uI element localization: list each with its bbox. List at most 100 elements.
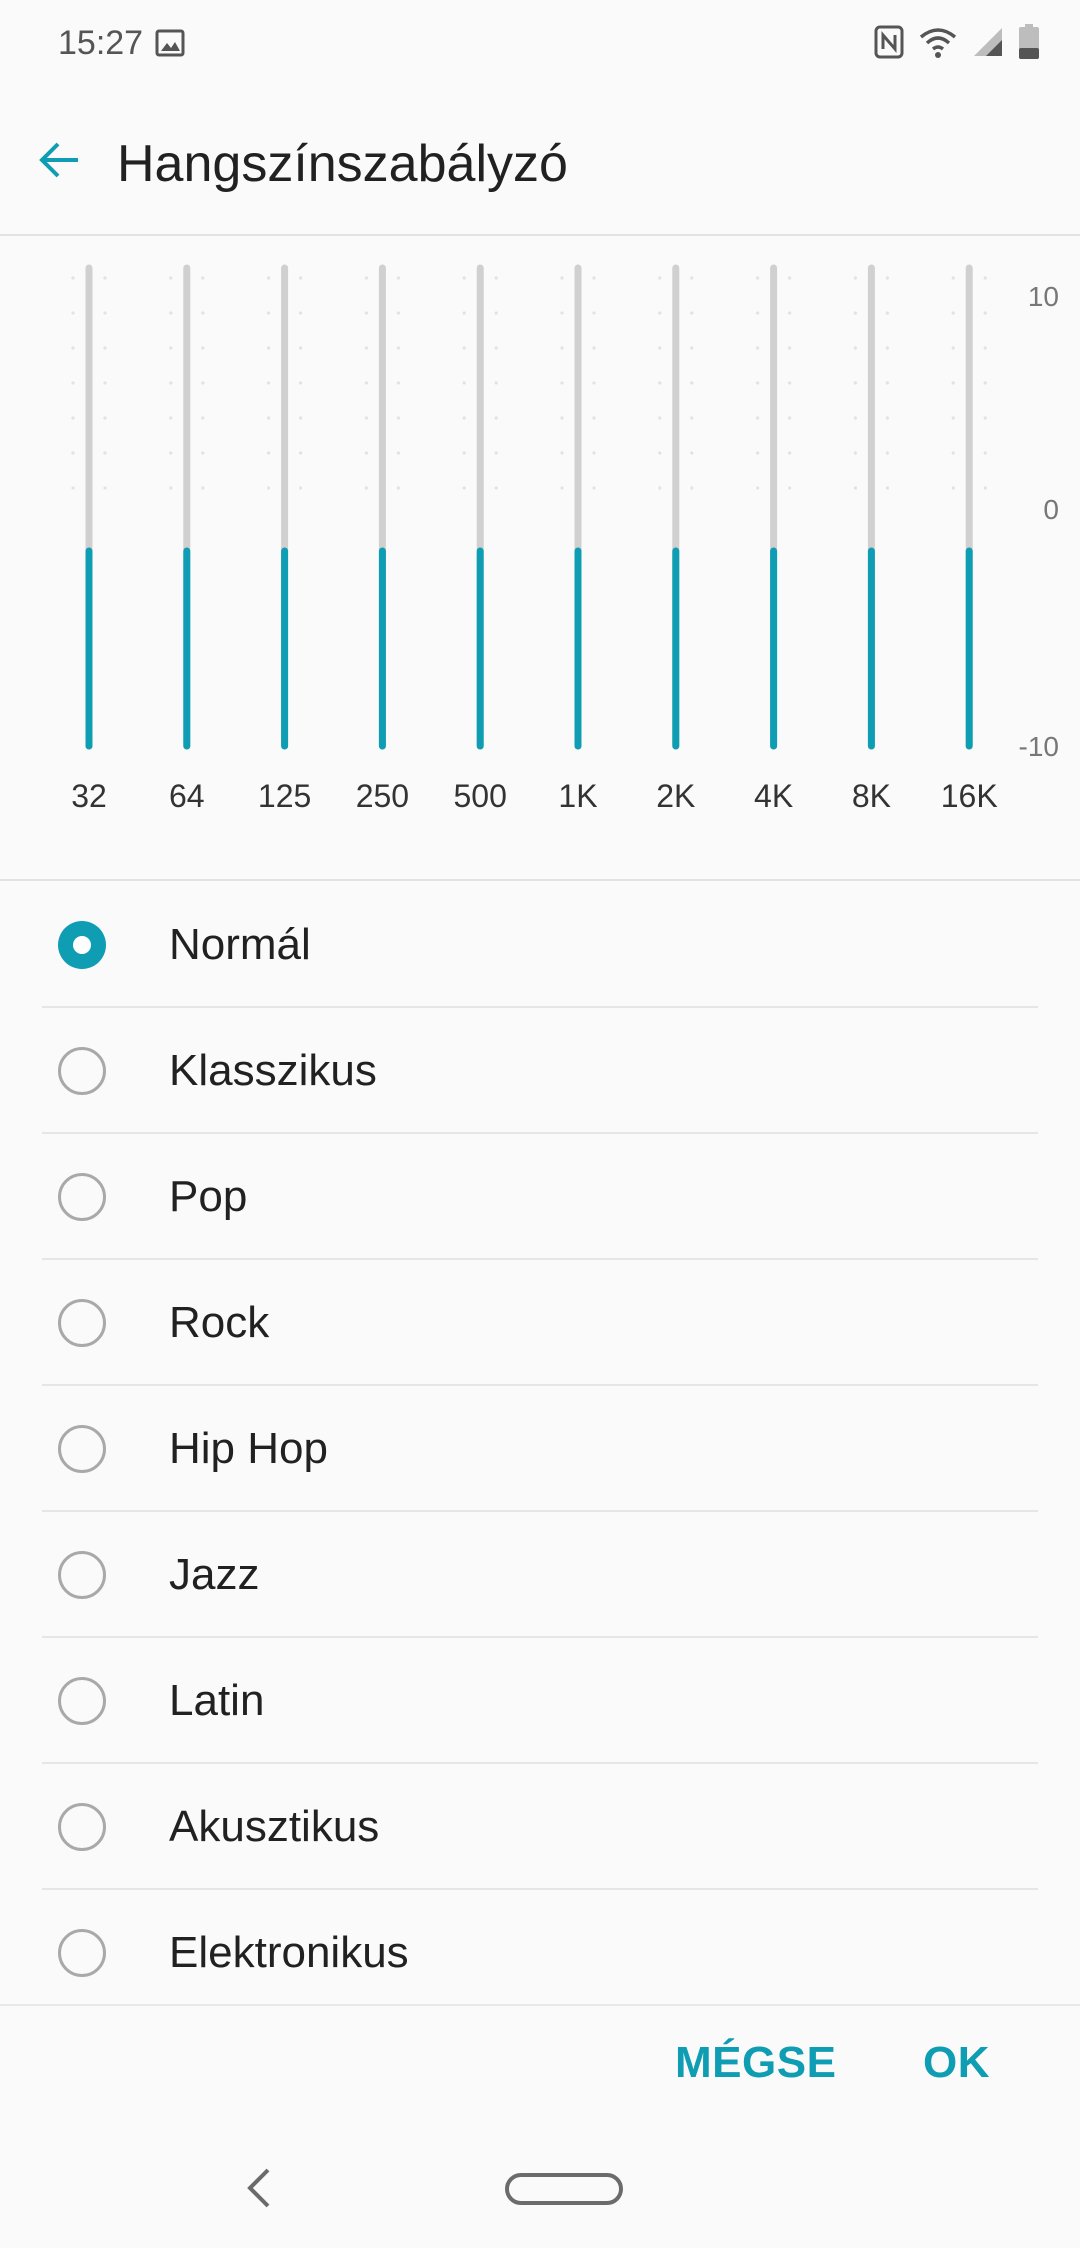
grid-dot bbox=[201, 381, 205, 385]
grid-dot bbox=[299, 451, 303, 455]
cellular-signal-icon bbox=[974, 28, 1002, 56]
preset-label: Rock bbox=[169, 1298, 270, 1347]
grid-dot bbox=[462, 276, 466, 280]
nav-home-icon[interactable] bbox=[505, 2173, 623, 2205]
grid-dot bbox=[103, 381, 107, 385]
grid-dot bbox=[560, 311, 564, 315]
grid-dot bbox=[658, 416, 662, 420]
status-time: 15:27 bbox=[58, 24, 144, 62]
app-bar: Hangszínszabályzó bbox=[0, 88, 1080, 236]
grid-dot bbox=[592, 486, 596, 490]
preset-option[interactable]: Pop bbox=[42, 1134, 1038, 1260]
navigation-bar bbox=[0, 2124, 1080, 2248]
preset-option[interactable]: Elektronikus bbox=[42, 1890, 1038, 2004]
grid-dot bbox=[299, 381, 303, 385]
grid-dot bbox=[756, 486, 760, 490]
grid-dot bbox=[951, 451, 955, 455]
grid-dot bbox=[462, 311, 466, 315]
grid-dot bbox=[267, 486, 271, 490]
radio-unchecked-icon[interactable] bbox=[58, 1677, 106, 1725]
radio-unchecked-icon[interactable] bbox=[58, 1299, 106, 1347]
radio-unchecked-icon[interactable] bbox=[58, 1803, 106, 1851]
battery-icon bbox=[1019, 24, 1039, 59]
grid-dot bbox=[983, 416, 987, 420]
grid-dot bbox=[396, 416, 400, 420]
grid-dot bbox=[201, 451, 205, 455]
grid-dot bbox=[267, 416, 271, 420]
grid-dot bbox=[788, 381, 792, 385]
grid-dot bbox=[462, 416, 466, 420]
back-button[interactable] bbox=[28, 128, 92, 192]
grid-dot bbox=[267, 276, 271, 280]
grid-dot bbox=[396, 381, 400, 385]
grid-dot bbox=[690, 486, 694, 490]
band-frequency-label: 32 bbox=[71, 778, 107, 814]
grid-dot bbox=[396, 276, 400, 280]
preset-option[interactable]: Normál bbox=[42, 882, 1038, 1008]
radio-unchecked-icon[interactable] bbox=[58, 1173, 106, 1221]
grid-dot bbox=[364, 451, 368, 455]
grid-dot bbox=[364, 346, 368, 350]
grid-dot bbox=[494, 451, 498, 455]
grid-dot bbox=[462, 346, 466, 350]
grid-dot bbox=[462, 451, 466, 455]
grid-dot bbox=[885, 381, 890, 385]
grid-dot bbox=[201, 276, 205, 280]
grid-dot bbox=[983, 381, 987, 385]
radio-unchecked-icon[interactable] bbox=[58, 1047, 106, 1095]
preset-label: Hip Hop bbox=[169, 1424, 328, 1473]
grid-dot bbox=[951, 311, 955, 315]
grid-dot bbox=[560, 451, 564, 455]
grid-dot bbox=[592, 346, 596, 350]
band-frequency-label: 64 bbox=[169, 778, 205, 814]
grid-dot bbox=[592, 276, 596, 280]
grid-dot bbox=[756, 451, 760, 455]
preset-option[interactable]: Akusztikus bbox=[42, 1764, 1038, 1890]
grid-dot bbox=[396, 311, 400, 315]
preset-label: Akusztikus bbox=[169, 1802, 380, 1851]
preset-option[interactable]: Latin bbox=[42, 1638, 1038, 1764]
preset-option[interactable]: Hip Hop bbox=[42, 1386, 1038, 1512]
radio-unchecked-icon[interactable] bbox=[58, 1425, 106, 1473]
radio-unchecked-icon[interactable] bbox=[58, 1929, 106, 1977]
nav-back-icon[interactable] bbox=[240, 2164, 280, 2212]
grid-dot bbox=[951, 276, 955, 280]
grid-dot bbox=[267, 346, 271, 350]
grid-dot bbox=[71, 311, 75, 315]
grid-dot bbox=[885, 346, 890, 350]
equalizer-panel: 32 64 125 250 500 1K 2K 4K 8K 16K 10 0 -10 bbox=[0, 236, 1080, 881]
grid-dot bbox=[462, 381, 466, 385]
grid-dot bbox=[788, 486, 792, 490]
grid-dot bbox=[71, 381, 75, 385]
ok-button[interactable]: OK bbox=[923, 2038, 990, 2088]
radio-unchecked-icon[interactable] bbox=[58, 1551, 106, 1599]
grid-dot bbox=[690, 381, 694, 385]
db-scale-label: 0 bbox=[1043, 494, 1059, 525]
grid-dot bbox=[299, 346, 303, 350]
radio-checked-icon[interactable] bbox=[58, 921, 106, 969]
grid-dot bbox=[690, 416, 694, 420]
grid-dot bbox=[103, 276, 107, 280]
grid-dot bbox=[169, 346, 173, 350]
gallery-icon bbox=[155, 29, 185, 57]
grid-dot bbox=[494, 346, 498, 350]
preset-list: Normál Klasszikus Pop Rock Hip Hop Jazz Latin A… bbox=[0, 882, 1080, 2004]
grid-dot bbox=[560, 486, 564, 490]
cancel-button[interactable]: MÉGSE bbox=[675, 2038, 836, 2088]
preset-option[interactable]: Klasszikus bbox=[42, 1008, 1038, 1134]
grid-dot bbox=[853, 416, 858, 420]
grid-dot bbox=[853, 346, 858, 350]
grid-dot bbox=[853, 311, 858, 315]
grid-dot bbox=[560, 276, 564, 280]
preset-option[interactable]: Rock bbox=[42, 1260, 1038, 1386]
grid-dot bbox=[788, 451, 792, 455]
db-scale-label: -10 bbox=[1019, 731, 1059, 762]
grid-dot bbox=[983, 276, 987, 280]
grid-dot bbox=[494, 416, 498, 420]
grid-dot bbox=[560, 381, 564, 385]
grid-dot bbox=[201, 346, 205, 350]
grid-dot bbox=[494, 311, 498, 315]
preset-option[interactable]: Jazz bbox=[42, 1512, 1038, 1638]
grid-dot bbox=[396, 486, 400, 490]
arrow-left-icon bbox=[39, 142, 78, 178]
